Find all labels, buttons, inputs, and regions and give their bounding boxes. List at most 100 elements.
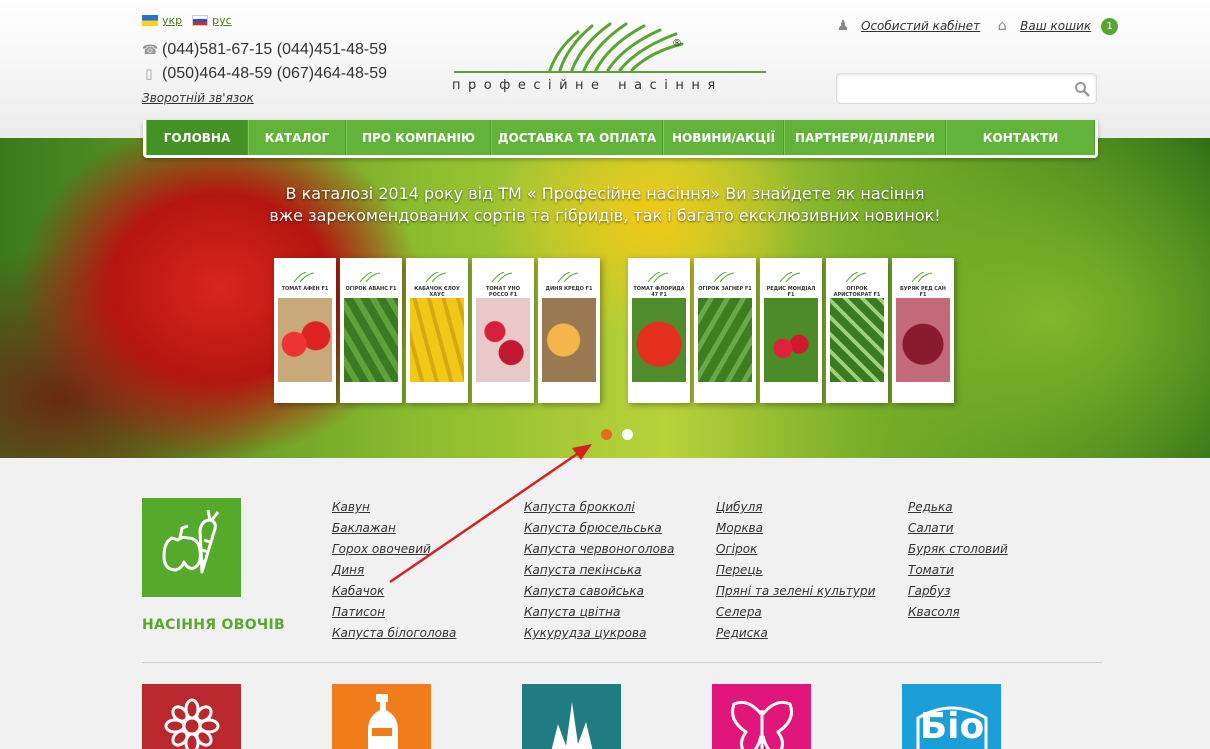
nav-news[interactable]: НОВИНИ/АКЦІЇ (663, 120, 784, 155)
callback-link[interactable]: Зворотній зв'язок (142, 91, 254, 105)
veg-link[interactable]: Капуста цвітна (524, 605, 674, 626)
veg-link[interactable]: Редиска (716, 626, 875, 647)
phone-landline-text: (044)581-67-15 (044)451-48-59 (162, 41, 388, 58)
veg-link[interactable]: Горох овочевий (332, 542, 456, 563)
banner-line-2: вже зарекомендованих сортів та гібридів,… (269, 206, 941, 225)
veg-link[interactable]: Капуста савойська (524, 584, 674, 605)
packet-title: РЕДИС МОНДІАЛ F1 (766, 286, 816, 298)
user-icon: ♟ (836, 18, 850, 34)
phone-landline: ☎ (044)581-67-15 (044)451-48-59 (142, 41, 387, 59)
search-icon[interactable] (1074, 81, 1090, 97)
category-bio-tile[interactable]: Біо (902, 684, 1001, 749)
bio-label: Біо (919, 706, 985, 747)
veg-link[interactable]: Морква (716, 521, 875, 542)
category-butterfly-tile[interactable] (712, 684, 811, 749)
cart-count-badge: 1 (1101, 17, 1119, 35)
nav-contacts[interactable]: КОНТАКТИ (946, 120, 1095, 155)
banner-line-1: В каталозі 2014 року від ТМ « Професійне… (285, 184, 925, 203)
grass-icon (551, 702, 593, 749)
veg-link[interactable]: Редька (908, 500, 1008, 521)
vegetables-icon[interactable] (142, 498, 241, 597)
category-fertilizer-tile[interactable] (332, 684, 431, 749)
veg-link[interactable]: Квасоля (908, 605, 1008, 626)
veg-link[interactable]: Капуста брюсельська (524, 521, 674, 542)
seed-packet: КАБАЧОК ЄЛОУ ХАУС (406, 258, 468, 403)
phone-icon: ☎ (142, 42, 159, 57)
veg-link[interactable]: Патисон (332, 605, 456, 626)
seed-packet: ТОМАТ ФЛОРИДА 47 F1 (628, 258, 690, 403)
veg-link[interactable]: Диня (332, 563, 456, 584)
veg-link[interactable]: Капуста пекінська (524, 563, 674, 584)
veg-link[interactable]: Капуста брокколі (524, 500, 674, 521)
veg-column-4: Редька Салати Буряк столовий Томати Гарб… (908, 500, 1008, 626)
veg-column-1: Кавун Баклажан Горох овочевий Диня Кабач… (332, 500, 456, 647)
banner-text: В каталозі 2014 року від ТМ « Професійне… (0, 183, 1210, 227)
slider-dot-2[interactable] (622, 429, 633, 440)
veg-link[interactable]: Цибуля (716, 500, 875, 521)
account-link[interactable]: Особистий кабінет (861, 19, 980, 33)
seed-packet: ТОМАТ АФЕН F1 (274, 258, 336, 403)
bottle-icon (368, 694, 398, 749)
category-lawn-tile[interactable] (522, 684, 621, 749)
seed-packet: ТОМАТ УНО РОССО F1 (472, 258, 534, 403)
seed-packet: ОГІРОК АВАНС F1 (340, 258, 402, 403)
search-box (836, 73, 1097, 104)
ukraine-flag-icon (142, 15, 158, 26)
veg-link[interactable]: Кукурудза цукрова (524, 626, 674, 647)
packet-title: ОГІРОК АВАНС F1 (345, 286, 397, 292)
packet-title: ОГІРОК АРИСТОКРАТ F1 (833, 286, 881, 298)
mobile-icon: ▯ (145, 66, 153, 81)
basket-icon: ⌂ (997, 18, 1007, 34)
veg-link[interactable]: Томати (908, 563, 1008, 584)
veg-link[interactable]: Буряк столовий (908, 542, 1008, 563)
seed-packet: ОГІРОК АРИСТОКРАТ F1 (826, 258, 888, 403)
nav-catalog[interactable]: КАТАЛОГ (248, 120, 346, 155)
flower-icon (164, 698, 220, 749)
category-flowers-tile[interactable] (142, 684, 241, 749)
veg-link[interactable]: Баклажан (332, 521, 456, 542)
butterfly-icon (731, 700, 793, 749)
seed-packet: ОГІРОК ЗАГНЕР F1 (694, 258, 756, 403)
veg-link[interactable]: Огірок (716, 542, 875, 563)
nav-about[interactable]: ПРО КОМПАНІЮ (346, 120, 491, 155)
language-switcher: укр рус (142, 14, 232, 27)
cart-link[interactable]: Ваш кошик (1020, 19, 1091, 33)
vegetables-title: НАСІННЯ ОВОЧІВ (142, 617, 285, 633)
veg-link[interactable]: Капуста червоноголова (524, 542, 674, 563)
veg-link[interactable]: Кабачок (332, 584, 456, 605)
main-nav: ГОЛОВНА КАТАЛОГ ПРО КОМПАНІЮ ДОСТАВКА ТА… (143, 120, 1098, 158)
site-header: укр рус ☎ (044)581-67-15 (044)451-48-59 … (0, 0, 1210, 138)
slider-dots (601, 429, 633, 440)
seed-packet: РЕДИС МОНДІАЛ F1 (760, 258, 822, 403)
phone-mobile: ▯ (050)464-48-59 (067)464-48-59 (142, 65, 387, 83)
packet-title: ТОМАТ АФЕН F1 (281, 286, 329, 292)
veg-link[interactable]: Салати (908, 521, 1008, 542)
packet-title: ДИНЯ КРЕДО F1 (545, 286, 593, 292)
veg-link[interactable]: Селера (716, 605, 875, 626)
seed-packet: БУРЯК РЕД САН F1 (892, 258, 954, 403)
lang-ru-label: рус (212, 14, 232, 27)
nav-delivery[interactable]: ДОСТАВКА ТА ОПЛАТА (491, 120, 663, 155)
packet-title: ТОМАТ УНО РОССО F1 (486, 286, 520, 298)
packet-title: ТОМАТ ФЛОРИДА 47 F1 (633, 286, 685, 298)
packet-title: БУРЯК РЕД САН F1 (899, 286, 946, 298)
seed-packets: ТОМАТ АФЕН F1 ОГІРОК АВАНС F1 КАБАЧОК ЄЛ… (274, 258, 958, 403)
veg-link[interactable]: Перець (716, 563, 875, 584)
promo-banner[interactable]: В каталозі 2014 року від ТМ « Професійне… (0, 138, 1210, 458)
lang-ua-label: укр (162, 14, 183, 27)
logo-text: професійне насіння (452, 78, 723, 93)
search-input[interactable] (837, 74, 1057, 103)
veg-link[interactable]: Капуста білоголова (332, 626, 456, 647)
slider-dot-1[interactable] (601, 429, 612, 440)
seed-packet: ДИНЯ КРЕДО F1 (538, 258, 600, 403)
nav-partners[interactable]: ПАРТНЕРИ/ДІЛЛЕРИ (784, 120, 946, 155)
veg-link[interactable]: Пряні та зелені культури (716, 584, 875, 605)
user-links: ♟ Особистий кабінет ⌂ Ваш кошик 1 (835, 17, 1119, 35)
veg-link[interactable]: Гарбуз (908, 584, 1008, 605)
nav-home[interactable]: ГОЛОВНА (146, 120, 248, 155)
section-divider (142, 662, 1102, 663)
veg-link[interactable]: Кавун (332, 500, 456, 521)
lang-russian[interactable]: рус (192, 14, 232, 27)
packet-title: ОГІРОК ЗАГНЕР F1 (698, 286, 752, 292)
lang-ukrainian[interactable]: укр (142, 14, 182, 27)
